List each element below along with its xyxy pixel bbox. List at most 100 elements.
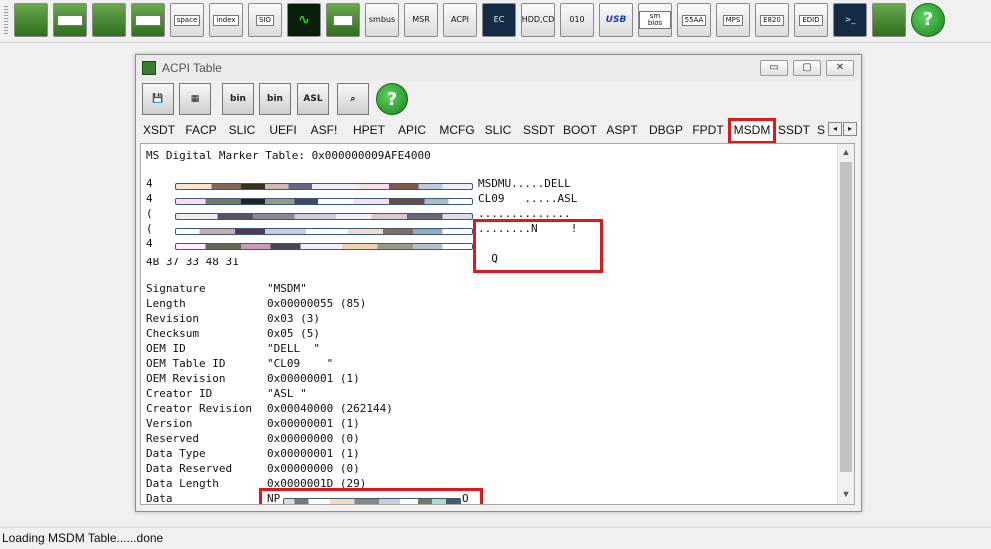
toolbar-grip[interactable] bbox=[4, 6, 8, 36]
field-key-signature: Signature bbox=[146, 282, 206, 295]
help-icon[interactable]: ? bbox=[376, 83, 408, 115]
status-text: Loading MSDM Table......done bbox=[2, 531, 164, 545]
tab-mcfg[interactable]: MCFG bbox=[436, 121, 478, 141]
help-icon[interactable]: ? bbox=[911, 3, 945, 37]
e820-icon[interactable]: E820 bbox=[755, 3, 789, 37]
msr-icon[interactable]: MSR bbox=[404, 3, 438, 37]
asl-icon[interactable]: ASL bbox=[297, 83, 329, 115]
tab-apic[interactable]: APIC bbox=[393, 121, 431, 141]
field-key-oem-id: OEM ID bbox=[146, 342, 186, 355]
field-key-revision: Revision bbox=[146, 312, 199, 325]
hex-lead-3: ( bbox=[146, 222, 153, 235]
tab-asf[interactable]: ASF! bbox=[306, 121, 342, 141]
window-titlebar[interactable]: ACPI Table ▭ ▢ ✕ bbox=[136, 55, 861, 81]
find-binoculars-icon[interactable]: ⌕ bbox=[337, 83, 369, 115]
acpi-table-window: ACPI Table ▭ ▢ ✕ 💾 ▦ bin bin ASL ⌕ ? XSD… bbox=[135, 54, 862, 512]
memory-icon[interactable] bbox=[92, 3, 126, 37]
spd-icon[interactable]: SPD bbox=[326, 3, 360, 37]
data-highlight-box bbox=[259, 488, 483, 504]
status-bar: Loading MSDM Table......done bbox=[0, 527, 991, 549]
hex-lead-0: 4 bbox=[146, 177, 153, 190]
tab-msdm[interactable]: MSDM bbox=[728, 118, 776, 144]
tab-fpdt[interactable]: FPDT bbox=[689, 121, 727, 141]
field-key-creator-revision: Creator Revision bbox=[146, 402, 252, 415]
redacted-hex-row-4 bbox=[175, 243, 473, 250]
mps-icon[interactable]: MPS bbox=[716, 3, 750, 37]
tab-xsdt[interactable]: XSDT bbox=[140, 121, 178, 141]
hex-lead-1: 4 bbox=[146, 192, 153, 205]
smbus-icon[interactable]: smbus bbox=[365, 3, 399, 37]
tab-scroll-left-button[interactable]: ◂ bbox=[828, 122, 842, 136]
ascii-highlight-box bbox=[473, 219, 603, 273]
field-key-creator-id: Creator ID bbox=[146, 387, 213, 400]
field-value-revision: 0x03 (3) bbox=[267, 312, 320, 325]
save-bin-icon[interactable]: bin bbox=[222, 83, 254, 115]
hdd-cd-icon[interactable]: HDD,CD bbox=[521, 3, 555, 37]
device-manager-icon[interactable] bbox=[872, 3, 906, 37]
field-value-version: 0x00000001 (1) bbox=[267, 417, 360, 430]
tab-slic-2[interactable]: SLIC bbox=[480, 121, 516, 141]
tab-partial[interactable]: S bbox=[816, 121, 826, 141]
table-content-view[interactable]: MS Digital Marker Table: 0x000000009AFE4… bbox=[140, 143, 855, 505]
acpi-icon[interactable]: ACPI bbox=[443, 3, 477, 37]
field-value-oem-table-id: "CL09 " bbox=[267, 357, 334, 370]
memory-index-icon[interactable]: index bbox=[131, 3, 165, 37]
field-value-oem-revision: 0x00000001 (1) bbox=[267, 372, 360, 385]
field-value-data-reserved: 0x00000000 (0) bbox=[267, 462, 360, 475]
usb-icon[interactable]: USB bbox=[599, 3, 633, 37]
field-key-length: Length bbox=[146, 297, 186, 310]
field-key-data-length: Data Length bbox=[146, 477, 219, 490]
maximize-button[interactable]: ▢ bbox=[793, 60, 821, 76]
vertical-scrollbar[interactable]: ▲ ▼ bbox=[837, 144, 854, 504]
scroll-thumb[interactable] bbox=[840, 162, 852, 472]
tab-facp[interactable]: FACP bbox=[182, 121, 220, 141]
command-prompt-icon[interactable]: >_ bbox=[833, 3, 867, 37]
tab-ssdt[interactable]: SSDT bbox=[520, 121, 558, 141]
tab-slic[interactable]: SLIC bbox=[224, 121, 260, 141]
field-value-length: 0x00000055 (85) bbox=[267, 297, 367, 310]
app-icon bbox=[142, 61, 156, 75]
window-title: ACPI Table bbox=[162, 61, 222, 75]
close-button[interactable]: ✕ bbox=[826, 60, 854, 76]
field-key-version: Version bbox=[146, 417, 193, 430]
tab-uefi[interactable]: UEFI bbox=[264, 121, 302, 141]
tab-ssdt-2[interactable]: SSDT bbox=[776, 121, 812, 141]
redacted-hex-row-2 bbox=[175, 213, 473, 220]
smbios-icon[interactable]: sm bios bbox=[638, 3, 672, 37]
tab-dbgp[interactable]: DBGP bbox=[646, 121, 686, 141]
ascii-line-1: CL09 .....ASL bbox=[478, 192, 578, 205]
scroll-down-icon[interactable]: ▼ bbox=[838, 486, 854, 503]
55aa-icon[interactable]: 55AA bbox=[677, 3, 711, 37]
minimize-button[interactable]: ▭ bbox=[760, 60, 788, 76]
io-index-icon[interactable]: index bbox=[209, 3, 243, 37]
ec-icon[interactable]: EC bbox=[482, 3, 516, 37]
scroll-up-icon[interactable]: ▲ bbox=[838, 144, 854, 161]
tab-hpet[interactable]: HPET bbox=[348, 121, 390, 141]
field-key-data-reserved: Data Reserved bbox=[146, 462, 233, 475]
save-all-bin-icon[interactable]: bin bbox=[259, 83, 291, 115]
field-value-creator-id: "ASL " bbox=[267, 387, 307, 400]
save-all-icon[interactable]: ▦ bbox=[179, 83, 211, 115]
tab-boot[interactable]: BOOT bbox=[561, 121, 599, 141]
redacted-hex-row-0 bbox=[175, 183, 473, 190]
field-value-oem-id: "DELL " bbox=[267, 342, 320, 355]
hex-lead-4: 4 bbox=[146, 237, 153, 250]
save-icon[interactable]: 💾 bbox=[142, 83, 174, 115]
io-space-icon[interactable]: space bbox=[170, 3, 204, 37]
redacted-hex-row-1 bbox=[175, 198, 473, 205]
tab-aspt[interactable]: ASPT bbox=[603, 121, 641, 141]
sio-icon[interactable]: SIO bbox=[248, 3, 282, 37]
ascii-line-0: MSDMU.....DELL bbox=[478, 177, 571, 190]
pci-index-icon[interactable]: index bbox=[53, 3, 87, 37]
disk-010-icon[interactable]: 010 bbox=[560, 3, 594, 37]
field-value-checksum: 0x05 (5) bbox=[267, 327, 320, 340]
field-key-checksum: Checksum bbox=[146, 327, 199, 340]
edid-icon[interactable]: EDID bbox=[794, 3, 828, 37]
pci-card-icon[interactable] bbox=[14, 3, 48, 37]
tab-scroll-right-button[interactable]: ▸ bbox=[843, 122, 857, 136]
field-key-oem-revision: OEM Revision bbox=[146, 372, 226, 385]
partial-hex-line: 4B 37 33 48 31 bbox=[146, 255, 239, 268]
oscilloscope-icon[interactable]: ∿ bbox=[287, 3, 321, 37]
redacted-hex-row-3 bbox=[175, 228, 473, 235]
field-value-signature: "MSDM" bbox=[267, 282, 307, 295]
